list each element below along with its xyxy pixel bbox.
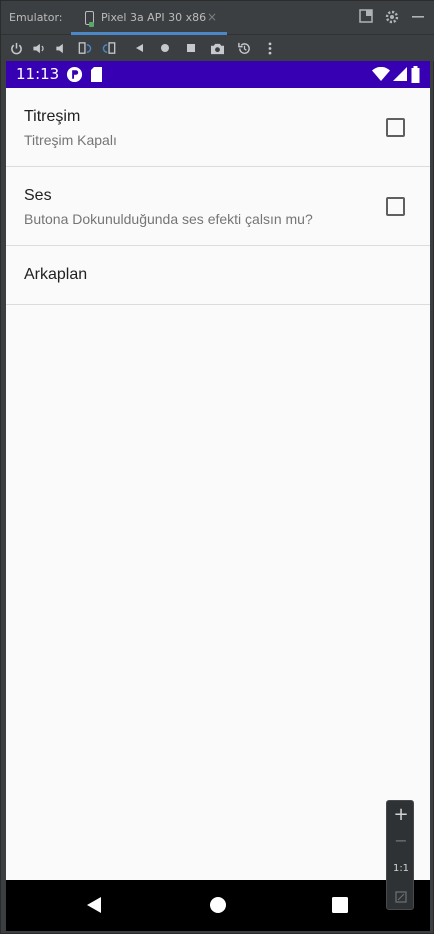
preference-sound[interactable]: Ses Butona Dokunulduğunda ses efekti çal… xyxy=(6,167,430,246)
power-icon[interactable] xyxy=(7,39,25,57)
vibration-checkbox[interactable] xyxy=(386,118,405,137)
nav-overview-icon[interactable] xyxy=(332,897,348,917)
fit-screen-icon[interactable] xyxy=(387,888,415,907)
tab-pixel-3a[interactable]: Pixel 3a API 30 x86 × xyxy=(71,5,227,35)
battery-icon xyxy=(411,66,420,87)
overview-icon[interactable] xyxy=(182,39,200,57)
preference-summary: Butona Dokunulduğunda ses efekti çalsın … xyxy=(24,211,313,227)
app-notification-icon xyxy=(66,66,83,87)
minimize-icon[interactable] xyxy=(410,9,426,25)
zoom-controls: + − 1:1 xyxy=(386,800,414,910)
signal-icon xyxy=(393,67,407,86)
phone-screen: 11:13 Titreşim Titreşim Kapalı Ses Buton… xyxy=(6,61,430,931)
wifi-icon xyxy=(372,66,390,86)
snapshot-icon[interactable] xyxy=(235,39,253,57)
preference-title: Arkaplan xyxy=(24,266,88,283)
actual-size-button[interactable]: 1:1 xyxy=(387,863,415,874)
nav-home-icon[interactable] xyxy=(209,896,227,918)
nav-back-icon[interactable] xyxy=(86,896,102,918)
volume-down-icon[interactable] xyxy=(52,39,70,57)
status-bar: 11:13 xyxy=(6,61,430,88)
volume-up-icon[interactable] xyxy=(30,39,48,57)
tab-label: Pixel 3a API 30 x86 xyxy=(101,11,207,24)
sd-card-icon xyxy=(90,66,103,87)
back-icon[interactable] xyxy=(131,39,149,57)
status-time: 11:13 xyxy=(16,65,60,83)
device-icon xyxy=(85,11,94,27)
emulator-toolbar xyxy=(1,35,434,61)
preference-title: Titreşim xyxy=(24,108,81,125)
layout-icon[interactable] xyxy=(358,9,374,25)
emulator-window: Emulator: Pixel 3a API 30 x86 × 11:13 Ti… xyxy=(0,0,434,934)
preference-vibration[interactable]: Titreşim Titreşim Kapalı xyxy=(6,88,430,167)
gear-icon[interactable] xyxy=(384,9,400,25)
rotate-left-icon[interactable] xyxy=(75,39,93,57)
tab-close-icon[interactable]: × xyxy=(207,10,217,24)
home-icon[interactable] xyxy=(156,39,174,57)
emulator-title: Emulator: xyxy=(9,11,63,24)
navigation-bar xyxy=(6,880,430,931)
emulator-tab-bar: Emulator: Pixel 3a API 30 x86 × xyxy=(1,1,434,35)
zoom-in-button[interactable]: + xyxy=(387,804,415,825)
preference-background[interactable]: Arkaplan xyxy=(6,246,430,305)
preference-summary: Titreşim Kapalı xyxy=(24,132,117,148)
preference-title: Ses xyxy=(24,187,52,204)
camera-icon[interactable] xyxy=(208,39,226,57)
rotate-right-icon[interactable] xyxy=(101,39,119,57)
zoom-out-button[interactable]: − xyxy=(387,831,415,850)
more-icon[interactable] xyxy=(261,39,279,57)
sound-checkbox[interactable] xyxy=(386,197,405,216)
